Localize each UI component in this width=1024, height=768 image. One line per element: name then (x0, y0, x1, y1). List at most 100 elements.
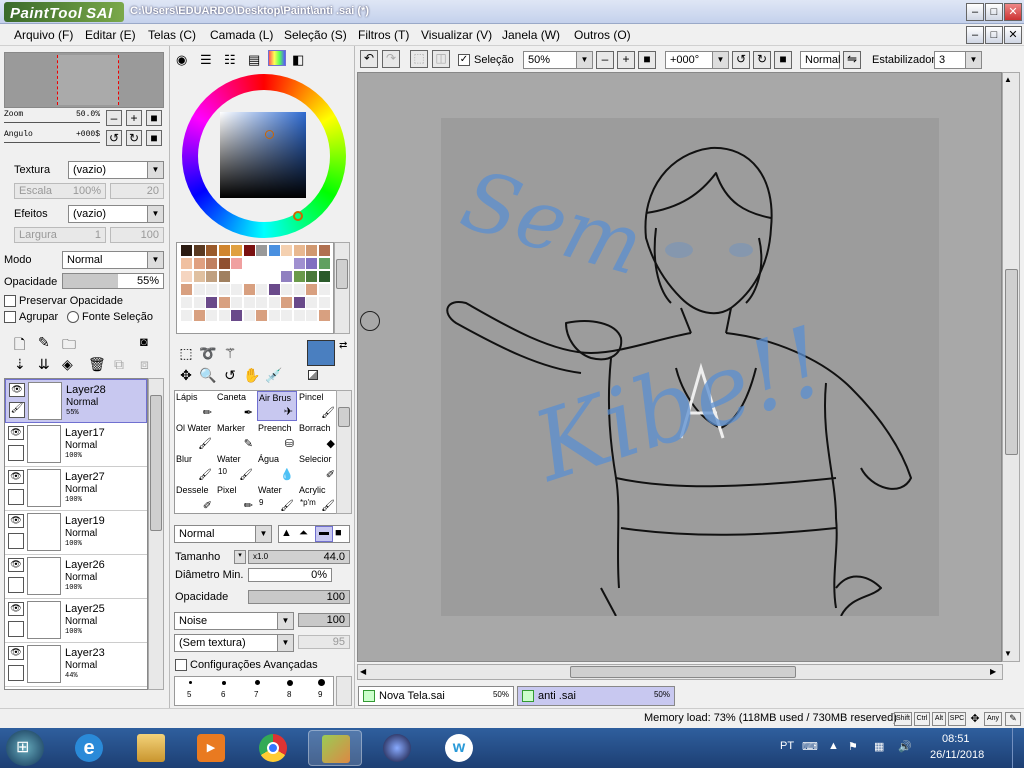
color-swatch[interactable] (306, 271, 317, 282)
layer-scrollbar[interactable] (148, 378, 164, 690)
color-swatch[interactable] (206, 310, 217, 321)
eye-icon[interactable]: 👁 (8, 470, 24, 484)
brush-water-9[interactable]: Water 9 🖌 (257, 484, 297, 514)
navigator-preview[interactable] (4, 52, 164, 108)
taskbar-ie[interactable]: e (62, 730, 116, 766)
magic-wand-icon[interactable]: ⚚ (220, 343, 240, 363)
scroll-down-icon[interactable]: ▼ (1004, 649, 1012, 658)
brush-acrylic[interactable]: Acrylic *p'm 🖌 (298, 484, 338, 514)
lock-box[interactable] (8, 489, 24, 505)
network-icon[interactable]: ▦ (874, 740, 884, 753)
undo-icon[interactable]: ↶ (360, 50, 378, 68)
color-swatch[interactable] (193, 284, 205, 295)
layer-mask-icon[interactable]: ◙ (140, 334, 148, 349)
color-swatch[interactable] (193, 258, 205, 269)
preserve-opacity-checkbox[interactable] (4, 295, 16, 307)
color-swatch[interactable] (281, 245, 292, 256)
color-swatch[interactable] (318, 284, 330, 295)
brush-scrollbar-thumb[interactable] (338, 407, 350, 427)
color-swatch[interactable] (281, 310, 292, 321)
sv-cursor[interactable] (265, 130, 274, 139)
color-swatch[interactable] (268, 245, 280, 256)
hue-cursor[interactable] (293, 211, 303, 221)
taskbar-media[interactable]: ▶ (184, 730, 238, 766)
doc-restore-button[interactable]: □ (985, 26, 1003, 44)
color-swatch[interactable] (181, 258, 192, 269)
color-swatch[interactable] (293, 310, 305, 321)
selection-source-radio[interactable] (67, 311, 79, 323)
dot-size-mark[interactable] (222, 681, 226, 685)
brush-pixel[interactable]: Pixel ✏ (216, 484, 256, 514)
hand-icon[interactable]: ✋ (242, 365, 262, 385)
lock-box[interactable] (8, 445, 24, 461)
opacity-slider[interactable]: 55% (62, 273, 164, 289)
color-swatch[interactable] (243, 271, 255, 282)
lasso-icon[interactable]: ➰ (198, 343, 218, 363)
start-button[interactable]: ⊞ (6, 730, 44, 766)
clock-time[interactable]: 08:51 (942, 733, 970, 745)
scratch-pad-tab-icon[interactable]: ◧ (292, 52, 304, 68)
color-swatch[interactable] (306, 258, 317, 269)
zoom-in-button[interactable]: + (126, 110, 142, 126)
menu-janela[interactable]: Janela (W) (502, 28, 560, 42)
color-swatch[interactable] (193, 271, 205, 282)
swatch-grid[interactable] (176, 242, 334, 334)
brush-opacity-slider[interactable]: 100 (248, 590, 350, 604)
doc-close-button[interactable]: ✕ (1004, 26, 1022, 44)
color-swatch[interactable] (281, 271, 292, 282)
color-swatch[interactable] (218, 297, 230, 308)
shape-round-icon[interactable]: ⏶ (299, 527, 308, 540)
color-swatch[interactable] (218, 284, 230, 295)
canvas-rotate-reset-button[interactable]: ■ (774, 51, 792, 69)
canvas-zoom-in-button[interactable]: + (617, 51, 635, 69)
texture-type-dropdown[interactable]: Noise ▼ (174, 612, 294, 630)
rect-select-icon[interactable]: ⬚ (176, 343, 196, 363)
swatch-scrollbar-thumb[interactable] (336, 259, 348, 289)
color-swatch[interactable] (318, 297, 330, 308)
color-swatch[interactable] (293, 297, 305, 308)
link-mask-icon[interactable]: ⧈ (140, 356, 149, 373)
color-swatch[interactable] (231, 258, 242, 269)
action-center-icon[interactable]: ⚑ (848, 740, 858, 753)
flip-horizontal-icon[interactable]: ⇋ (843, 51, 861, 69)
canvas-zoom-out-button[interactable]: – (596, 51, 614, 69)
clear-layer-icon[interactable]: ◈ (62, 356, 73, 373)
shape-hard-icon[interactable]: ■ (335, 527, 342, 539)
brush-water-10[interactable]: Water 10 🖌 (216, 453, 256, 483)
menu-outros[interactable]: Outros (O) (574, 28, 631, 42)
canvas-zoom-reset-button[interactable]: ■ (638, 51, 656, 69)
brush-deselect[interactable]: Dessele ✐ (175, 484, 215, 514)
canvas-rotate-right-button[interactable]: ↻ (753, 51, 771, 69)
color-swatch[interactable] (243, 297, 255, 308)
color-swatch[interactable] (293, 271, 305, 282)
color-swatch[interactable] (268, 271, 280, 282)
color-swatch[interactable] (268, 258, 280, 269)
color-swatch[interactable] (318, 310, 330, 321)
color-swatch[interactable] (218, 258, 230, 269)
eye-icon[interactable]: 👁 (8, 602, 24, 616)
color-swatch[interactable] (243, 245, 255, 256)
color-swatch[interactable] (256, 271, 267, 282)
color-swatch[interactable] (268, 284, 280, 295)
color-swatch[interactable] (181, 271, 192, 282)
size-range-button[interactable]: ▾ (234, 550, 246, 564)
color-swatch[interactable] (206, 284, 217, 295)
color-swatch[interactable] (218, 271, 230, 282)
lock-box[interactable] (8, 665, 24, 681)
texture-dropdown[interactable]: (vazio) ▼ (68, 161, 164, 179)
lock-box[interactable] (8, 533, 24, 549)
trash-icon[interactable]: 🗑 (88, 356, 106, 373)
dot-size-mark[interactable] (287, 680, 293, 686)
color-swatch[interactable] (218, 310, 230, 321)
color-swatch[interactable] (231, 297, 242, 308)
size-slider[interactable]: x1.0 44.0 (248, 550, 350, 564)
rgb-sliders-tab-icon[interactable]: ☰ (200, 52, 212, 68)
color-swatch[interactable] (218, 245, 230, 256)
color-wheel-tab-icon[interactable]: ◉ (176, 52, 187, 68)
angle-slider[interactable]: Angulo +000$ (4, 130, 100, 148)
dot-size-mark[interactable] (189, 681, 192, 684)
canvas-angle-dropdown[interactable]: +000° ▼ (665, 51, 729, 69)
brush-scrollbar[interactable] (336, 390, 352, 514)
menu-editar[interactable]: Editar (E) (85, 28, 136, 42)
redo-icon[interactable]: ↷ (382, 50, 400, 68)
